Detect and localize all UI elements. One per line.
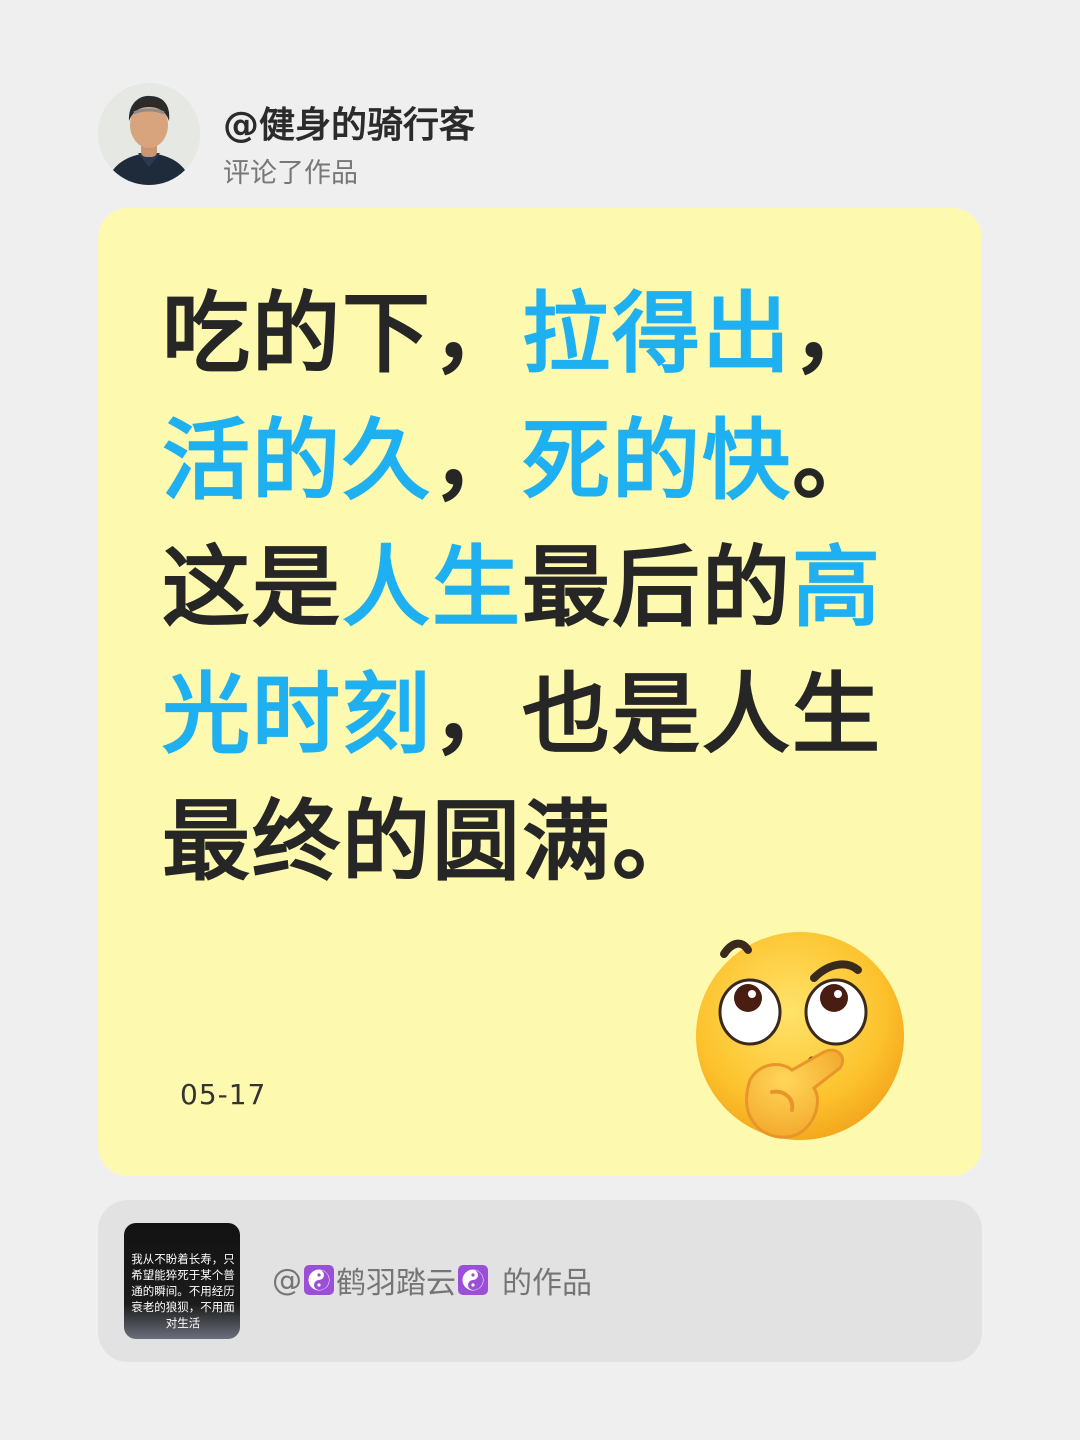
- quote-text: ，: [432, 409, 523, 512]
- comment-text: 吃的下，拉得出，活的久，死的快。这是人生最后的高光时刻，也是人生最终的圆满。: [162, 270, 922, 905]
- work-suffix: 的作品: [502, 1266, 592, 1301]
- work-author-label[interactable]: @ 鹤羽踏云 的作品: [272, 1258, 592, 1302]
- quote-highlight: 人生: [342, 536, 523, 639]
- work-thumbnail-text: 我从不盼着长寿，只希望能猝死于某个普通的瞬间。不用经历衰老的狼狈，不用面对生活: [131, 1252, 235, 1330]
- comment-date: 05-17: [180, 1078, 267, 1111]
- action-text: 评论了作品: [223, 158, 358, 189]
- username[interactable]: @健身的骑行客: [223, 96, 475, 148]
- related-work-bar[interactable]: 我从不盼着长寿，只希望能猝死于某个普通的瞬间。不用经历衰老的狼狈，不用面对生活 …: [98, 1200, 982, 1362]
- yin-yang-icon: [458, 1265, 488, 1295]
- avatar[interactable]: [98, 83, 200, 185]
- work-author-name: 鹤羽踏云: [336, 1266, 456, 1301]
- quote-text: 最后的: [522, 536, 793, 639]
- quote-highlight: 拉得出: [522, 282, 793, 385]
- thinking-face-emoji: [688, 928, 918, 1158]
- yin-yang-icon: [304, 1265, 334, 1295]
- at-symbol: @: [272, 1262, 302, 1298]
- comment-header: @健身的骑行客 评论了作品: [98, 83, 898, 189]
- quote-highlight: 死的快: [522, 409, 793, 512]
- work-thumbnail[interactable]: 我从不盼着长寿，只希望能猝死于某个普通的瞬间。不用经历衰老的狼狈，不用面对生活: [124, 1223, 240, 1339]
- quote-highlight: 活的久: [162, 409, 433, 512]
- quote-text: 吃的下，: [162, 282, 523, 385]
- comment-card[interactable]: 吃的下，拉得出，活的久，死的快。这是人生最后的高光时刻，也是人生最终的圆满。 0…: [98, 208, 982, 1176]
- quote-text: ，: [792, 282, 883, 385]
